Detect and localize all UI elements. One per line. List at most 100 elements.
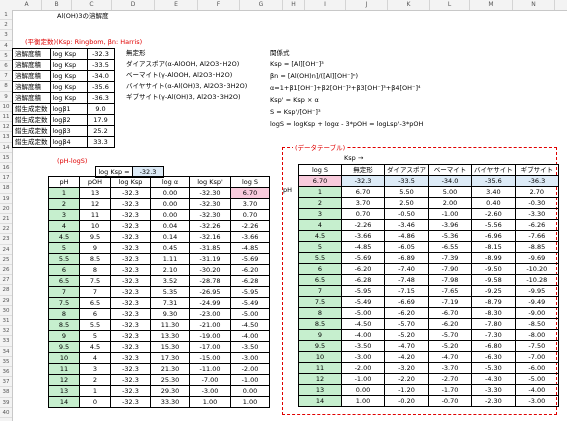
left-table-cell[interactable]: -32.3 (110, 253, 151, 265)
left-table-cell[interactable]: -17.00 (189, 341, 231, 353)
row-header-39[interactable]: 39 (0, 398, 12, 408)
row-header-1[interactable]: 1 (0, 10, 12, 21)
data-table-cell[interactable]: -7.50 (514, 340, 559, 352)
left-table-cell[interactable]: 13.30 (150, 330, 190, 342)
left-table-cell[interactable]: -19.00 (189, 330, 231, 342)
data-table-cell[interactable]: -0.70 (428, 395, 472, 407)
data-table-cell[interactable]: 5.00 (428, 186, 472, 198)
data-table-cell[interactable]: -7.80 (471, 318, 516, 330)
left-table-cell[interactable]: 6 (79, 308, 111, 320)
left-table-cell[interactable]: 8.5 (79, 253, 111, 265)
data-table-cell[interactable]: -9.50 (471, 263, 516, 275)
left-table-cell[interactable]: 33.30 (150, 396, 190, 408)
data-table-ksp-cell[interactable]: -32.3 (341, 175, 385, 187)
data-table-cell[interactable]: -9.58 (471, 274, 516, 286)
data-table-cell[interactable]: -8.00 (514, 329, 559, 341)
row-header-5[interactable]: 5 (0, 51, 12, 61)
data-table-cell[interactable]: -7.48 (384, 274, 429, 286)
left-table-cell[interactable]: 25.30 (150, 374, 190, 386)
data-table-cell[interactable]: -10.20 (514, 263, 559, 275)
left-table-cell[interactable]: 4.5 (48, 231, 80, 243)
data-table-cell[interactable]: 3 (298, 208, 342, 220)
data-table-cell[interactable]: -9.25 (471, 285, 516, 297)
left-table-cell[interactable]: -23.00 (189, 308, 231, 320)
left-table-cell[interactable]: -1.00 (230, 374, 270, 386)
data-table-cell[interactable]: 5.5 (298, 252, 342, 264)
left-table-cell[interactable]: 0.14 (150, 231, 190, 243)
data-table-cell[interactable]: -5.20 (384, 329, 429, 341)
left-table-cell[interactable]: 3 (79, 363, 111, 375)
left-table-cell[interactable]: 8.5 (48, 319, 80, 331)
data-table-cell[interactable]: -3.00 (514, 395, 559, 407)
row-header-34[interactable]: 34 (0, 347, 12, 357)
data-table-cell[interactable]: -3.00 (341, 351, 385, 363)
row-header-21[interactable]: 21 (0, 214, 12, 225)
column-header-i[interactable]: I (305, 0, 346, 10)
left-table-cell[interactable]: 0.00 (150, 209, 190, 221)
data-table-cell[interactable]: -6.05 (384, 241, 429, 253)
data-table-ksp-cell[interactable]: -34.0 (428, 175, 472, 187)
row-header-6[interactable]: 6 (0, 61, 12, 72)
left-table-cell[interactable]: 8 (79, 264, 111, 276)
left-table-cell[interactable]: 5.5 (48, 253, 80, 265)
data-table-cell[interactable]: -6.00 (514, 362, 559, 374)
left-table-cell[interactable]: -32.3 (110, 209, 151, 221)
left-table-cell[interactable]: 3 (48, 209, 80, 221)
data-table-cell[interactable]: 14 (298, 395, 342, 407)
constant-value[interactable]: -36.3 (86, 92, 115, 104)
left-table-cell[interactable]: 6.70 (230, 187, 270, 199)
left-table-cell[interactable]: -32.3 (110, 330, 151, 342)
left-table-cell[interactable]: -6.20 (230, 264, 270, 276)
row-header-2[interactable]: 2 (0, 20, 12, 31)
left-table-cell[interactable]: 9 (48, 330, 80, 342)
left-table-cell[interactable]: 0.70 (230, 209, 270, 221)
left-table-cell[interactable]: 2.10 (150, 264, 190, 276)
left-table-cell[interactable]: -5.95 (230, 286, 270, 298)
data-table-cell[interactable]: -5.49 (341, 296, 385, 308)
left-table-cell[interactable]: -32.3 (110, 352, 151, 364)
row-header-38[interactable]: 38 (0, 387, 12, 398)
data-table-cell[interactable]: -7.00 (514, 351, 559, 363)
left-table-cell[interactable]: 12 (48, 374, 80, 386)
left-table-cell[interactable]: -2.26 (230, 220, 270, 232)
left-table-cell[interactable]: 5 (79, 330, 111, 342)
constant-value[interactable]: -34.0 (86, 70, 115, 82)
data-table-cell[interactable]: -6.20 (341, 263, 385, 275)
row-header-20[interactable]: 20 (0, 204, 12, 214)
data-table-cell[interactable]: -2.20 (384, 373, 429, 385)
data-table-cell[interactable]: -2.30 (471, 395, 516, 407)
left-table-cell[interactable]: -32.30 (189, 209, 231, 221)
data-table-cell[interactable]: -5.95 (341, 285, 385, 297)
left-table-cell[interactable]: -2.00 (230, 363, 270, 375)
data-table-cell[interactable]: 4.5 (298, 230, 342, 242)
left-table-cell[interactable]: -5.00 (230, 308, 270, 320)
data-table-cell[interactable]: -3.46 (384, 219, 429, 231)
row-header-11[interactable]: 11 (0, 112, 12, 123)
left-table-cell[interactable]: 12 (79, 198, 111, 210)
left-table-cell[interactable]: 1.11 (150, 253, 190, 265)
column-header-j[interactable]: J (346, 0, 388, 10)
left-table-cell[interactable]: 5.35 (150, 286, 190, 298)
left-table-cell[interactable]: -32.26 (189, 220, 231, 232)
left-table-cell[interactable]: -6.28 (230, 275, 270, 287)
row-header-10[interactable]: 10 (0, 102, 12, 112)
row-header-19[interactable]: 19 (0, 194, 12, 204)
row-header-4[interactable]: 4 (0, 41, 12, 51)
data-table-cell[interactable]: -3.50 (341, 340, 385, 352)
left-table-cell[interactable]: 0.00 (150, 187, 190, 199)
data-table-cell[interactable]: -5.69 (341, 252, 385, 264)
data-table-ksp-cell[interactable]: -36.3 (514, 175, 559, 187)
row-header-26[interactable]: 26 (0, 265, 12, 276)
row-header-3[interactable]: 3 (0, 30, 12, 41)
row-header-29[interactable]: 29 (0, 296, 12, 306)
left-table-cell[interactable]: -32.3 (110, 297, 151, 309)
left-table-cell[interactable]: 15.30 (150, 341, 190, 353)
data-table-cell[interactable]: -8.50 (514, 318, 559, 330)
row-header-30[interactable]: 30 (0, 306, 12, 316)
row-header-13[interactable]: 13 (0, 132, 12, 143)
column-header-d[interactable]: D (112, 0, 155, 10)
data-table-cell[interactable]: -5.70 (428, 329, 472, 341)
left-table-cell[interactable]: -32.3 (110, 187, 151, 199)
left-table-cell[interactable]: -3.00 (230, 352, 270, 364)
constant-value[interactable]: 9.0 (86, 103, 115, 115)
